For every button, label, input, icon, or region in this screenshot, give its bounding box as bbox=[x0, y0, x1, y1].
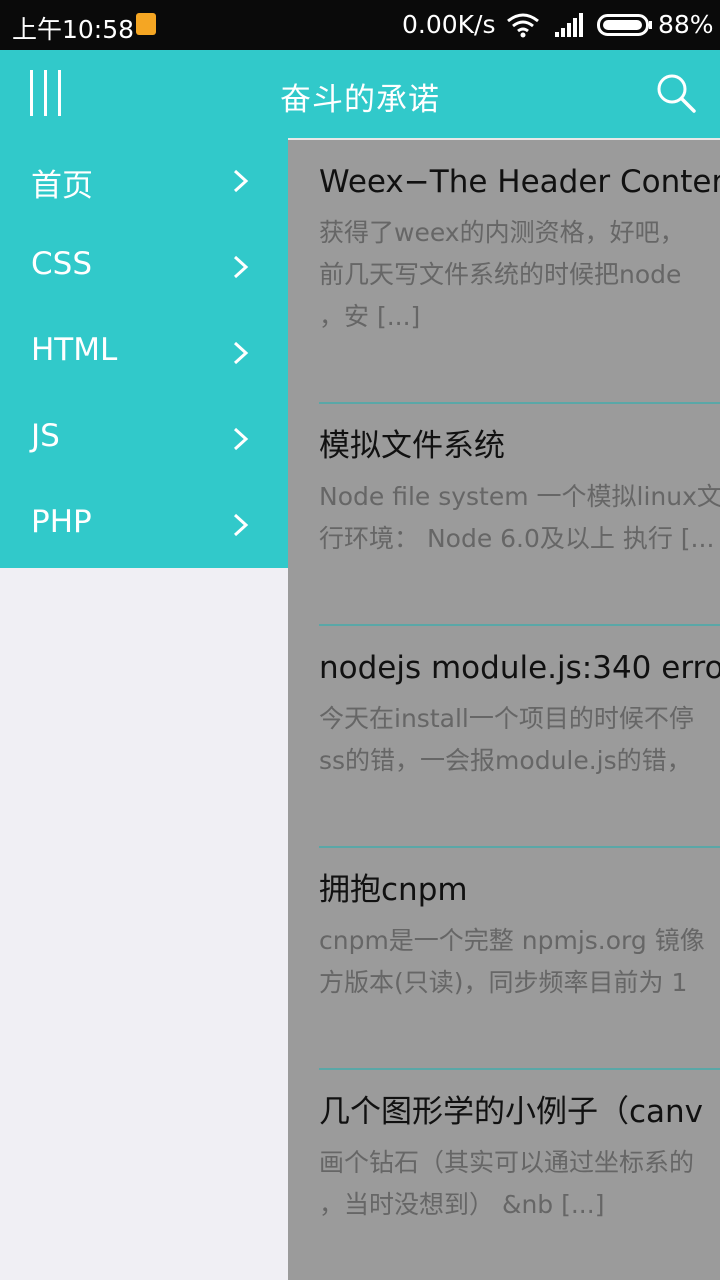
divider bbox=[319, 846, 720, 848]
post-excerpt: 画个钻石（其实可以通过坐标系的 ，当时没想到） &nb [...] bbox=[319, 1148, 695, 1219]
status-time: 上午10:58 bbox=[12, 15, 135, 44]
app-bar: 奋斗的承诺 bbox=[0, 50, 720, 138]
status-bar: 上午10:58 0.00K/s 88% bbox=[0, 0, 720, 50]
sim-card-icon bbox=[136, 13, 156, 35]
drawer-item-html[interactable]: HTML bbox=[0, 310, 288, 396]
list-item[interactable]: 模拟文件系统 Node file system 一个模拟linux文 行环境： N… bbox=[319, 426, 720, 560]
divider bbox=[319, 624, 720, 626]
drawer-item-label: CSS bbox=[31, 246, 93, 282]
drawer-menu: 首页 CSS HTML JS PHP bbox=[0, 138, 288, 568]
post-excerpt: 今天在install一个项目的时候不停 ss的错，一会报module.js的错， bbox=[319, 704, 694, 775]
list-item[interactable]: nodejs module.js:340 error 今天在install一个项… bbox=[319, 648, 720, 782]
drawer-item-label: JS bbox=[31, 418, 60, 454]
wifi-icon bbox=[507, 13, 539, 38]
chevron-right-icon bbox=[233, 341, 249, 365]
divider bbox=[319, 1068, 720, 1070]
navigation-drawer: 首页 CSS HTML JS PHP bbox=[0, 138, 288, 1280]
post-title: 几个图形学的小例子（canv bbox=[319, 1094, 704, 1130]
page-title: 奋斗的承诺 bbox=[280, 82, 440, 118]
post-title: 模拟文件系统 bbox=[319, 428, 505, 464]
drawer-item-css[interactable]: CSS bbox=[0, 224, 288, 310]
drawer-item-php[interactable]: PHP bbox=[0, 482, 288, 568]
divider bbox=[288, 138, 720, 140]
signal-icon bbox=[555, 13, 583, 37]
chevron-right-icon bbox=[233, 169, 249, 193]
post-excerpt: 获得了weex的内测资格，好吧， 前几天写文件系统的时候把node ，安 [...] bbox=[319, 218, 685, 331]
divider bbox=[319, 402, 720, 404]
post-title: nodejs module.js:340 error bbox=[319, 650, 720, 686]
chevron-right-icon bbox=[233, 513, 249, 537]
chevron-right-icon bbox=[233, 255, 249, 279]
drawer-item-label: PHP bbox=[31, 504, 92, 540]
post-list: Weex−The Header Content 获得了weex的内测资格，好吧，… bbox=[288, 138, 720, 1280]
drawer-item-label: HTML bbox=[31, 332, 118, 368]
post-title: Weex−The Header Content bbox=[319, 164, 720, 200]
post-excerpt: cnpm是一个完整 npmjs.org 镜像 方版本(只读)，同步频率目前为 1 bbox=[319, 926, 705, 997]
drawer-item-label: 首页 bbox=[31, 168, 93, 204]
battery-icon bbox=[597, 14, 652, 36]
list-item[interactable]: 几个图形学的小例子（canv 画个钻石（其实可以通过坐标系的 ，当时没想到） &n… bbox=[319, 1092, 720, 1226]
list-item[interactable]: Weex−The Header Content 获得了weex的内测资格，好吧，… bbox=[319, 162, 720, 338]
post-excerpt: Node file system 一个模拟linux文 行环境： Node 6.0… bbox=[319, 482, 720, 553]
drawer-item-home[interactable]: 首页 bbox=[0, 138, 288, 224]
drawer-item-js[interactable]: JS bbox=[0, 396, 288, 482]
search-icon[interactable] bbox=[655, 72, 697, 114]
list-item[interactable]: 拥抱cnpm cnpm是一个完整 npmjs.org 镜像 方版本(只读)，同步频… bbox=[319, 870, 720, 1004]
post-title: 拥抱cnpm bbox=[319, 872, 468, 908]
chevron-right-icon bbox=[233, 427, 249, 451]
network-speed: 0.00K/s bbox=[402, 10, 496, 39]
battery-percent: 88% bbox=[658, 10, 714, 39]
